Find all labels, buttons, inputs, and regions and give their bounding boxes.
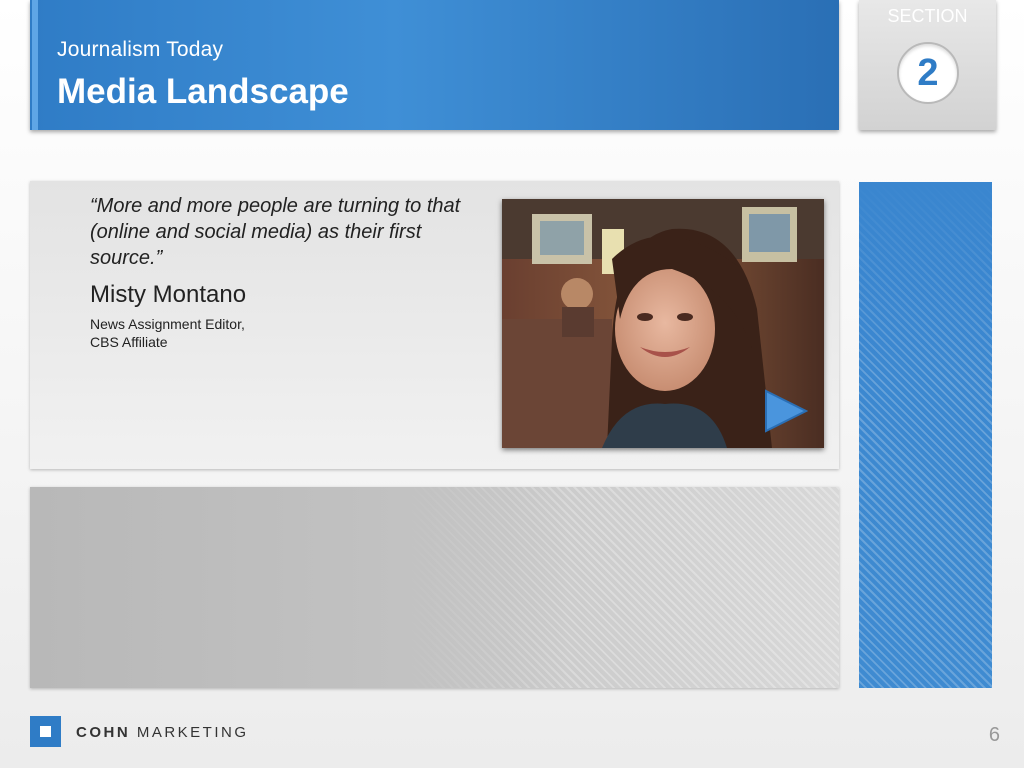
page-number: 6: [988, 724, 1000, 746]
person-title-line-2: CBS Affiliate: [90, 334, 168, 350]
cohn-logo-icon: [30, 716, 61, 747]
person-name: Misty Montano: [90, 281, 247, 308]
logo-bold-text: COHN: [76, 724, 131, 741]
header-accent-bar: [32, 0, 38, 130]
section-number-badge: 2: [897, 42, 959, 104]
content-placeholder-panel-fade: [30, 487, 570, 688]
company-logo-text: COHN MARKETING: [76, 724, 249, 741]
section-label: SECTION: [887, 6, 968, 26]
cohn-logo-inner-square: [40, 726, 51, 737]
quote-panel: “More and more people are turning to tha…: [30, 181, 839, 469]
logo-regular-text: MARKETING: [136, 724, 249, 741]
header-subtitle: Journalism Today: [57, 38, 224, 61]
section-indicator: SECTION 2: [859, 0, 996, 130]
person-title-line-1: News Assignment Editor,: [90, 316, 245, 332]
video-thumbnail[interactable]: [502, 199, 824, 448]
page-title: Media Landscape: [57, 72, 349, 111]
quote-text: “More and more people are turning to tha…: [90, 195, 461, 269]
person-title: News Assignment Editor, CBS Affiliate: [90, 315, 390, 351]
play-icon[interactable]: [764, 389, 808, 433]
sidebar-decorative-panel-fade: [859, 182, 992, 382]
